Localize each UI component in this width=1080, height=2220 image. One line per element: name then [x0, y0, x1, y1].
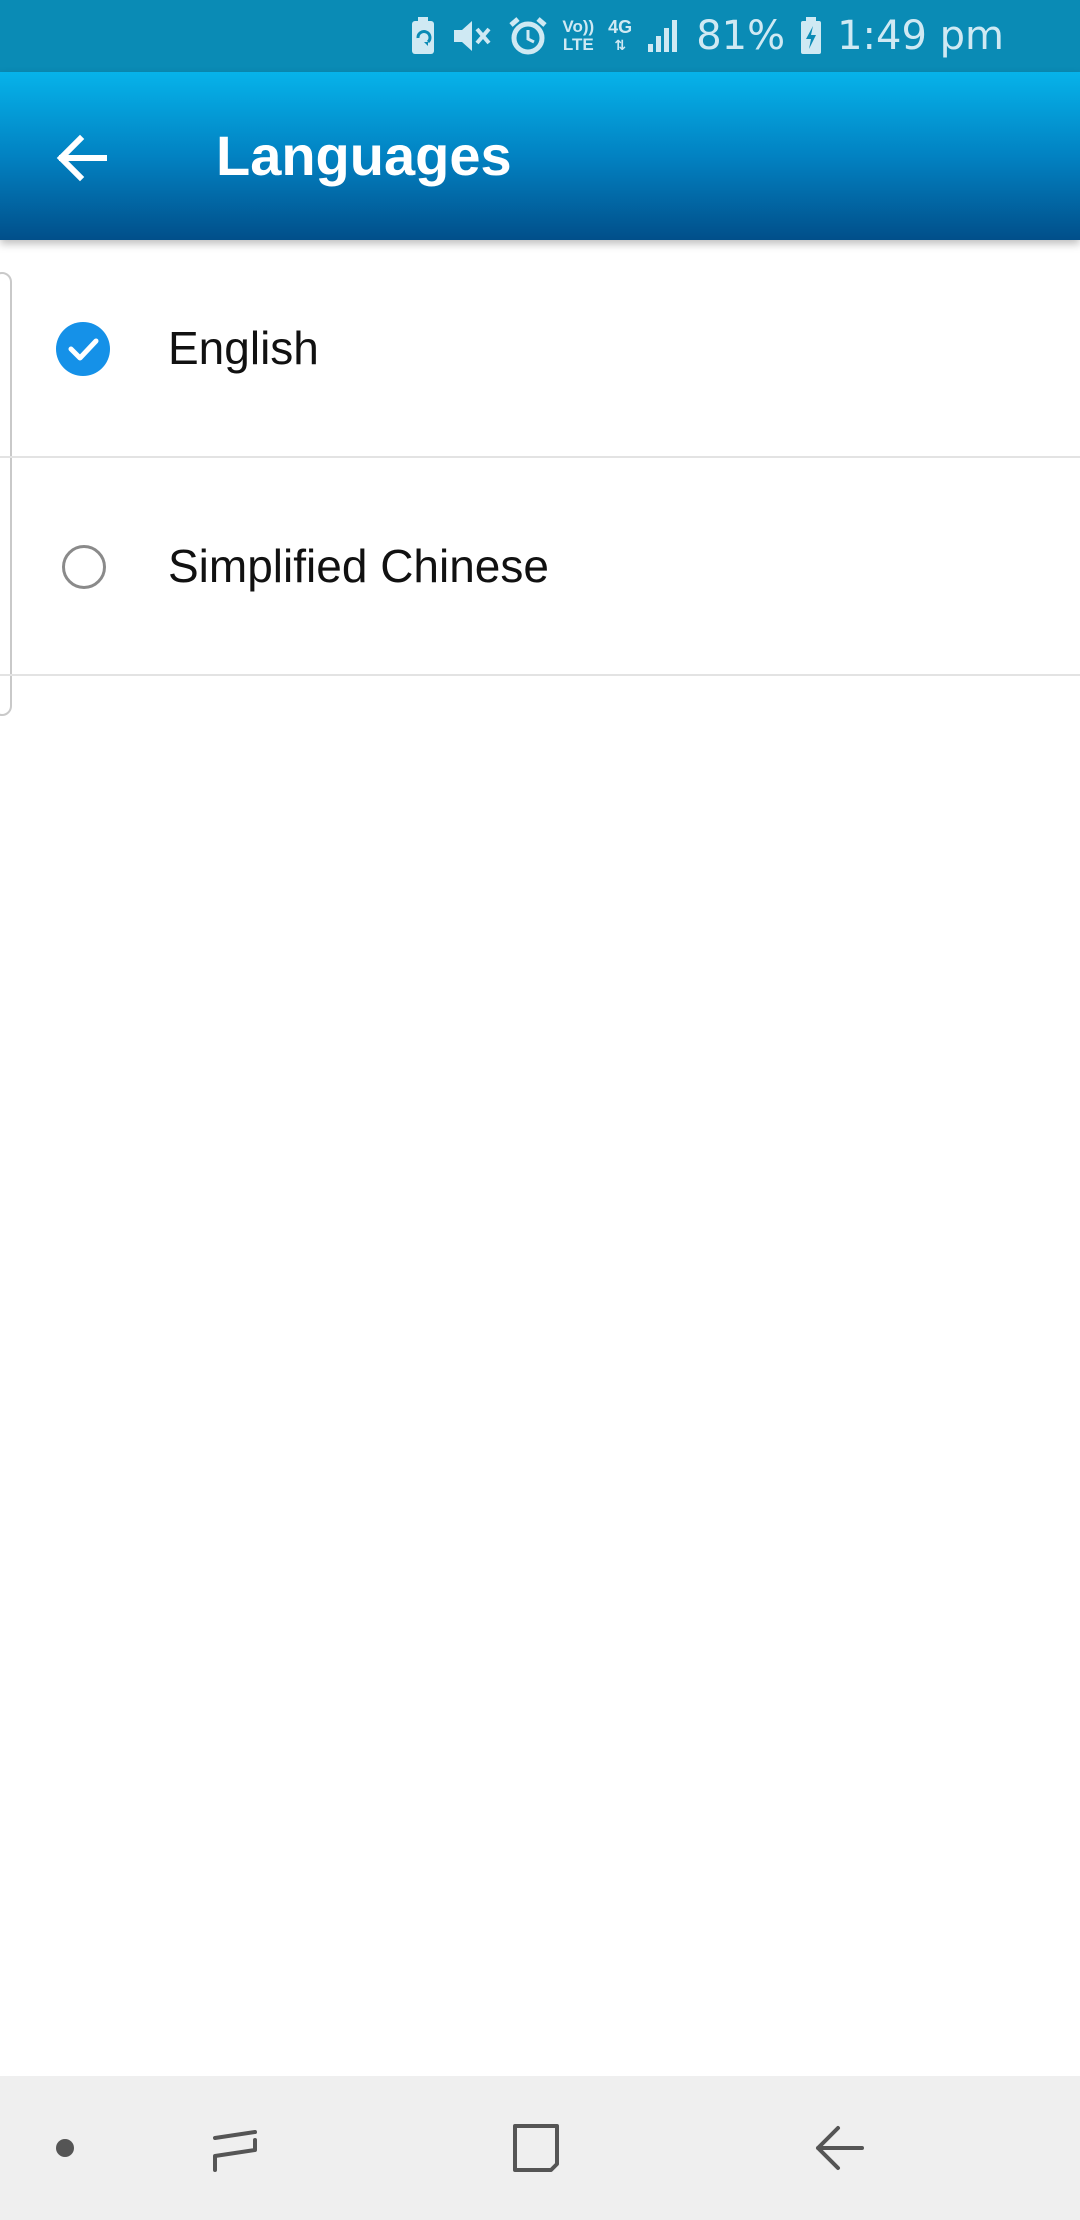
language-option-english[interactable]: English: [0, 240, 1080, 458]
alarm-icon: [508, 14, 548, 58]
arrow-left-icon: [56, 134, 107, 182]
volte-top-label: Vo)): [562, 17, 595, 36]
battery-percent: 81%: [696, 13, 786, 59]
battery-saver-icon: [410, 14, 436, 58]
volte-bottom-label: LTE: [562, 35, 594, 54]
language-option-simplified-chinese[interactable]: Simplified Chinese: [0, 458, 1080, 676]
status-icons: Vo)) LTE 4G ⇅ 81% 1:49 pm: [410, 0, 1004, 72]
navigation-bar: [0, 2076, 1080, 2220]
signal-icon: [646, 14, 682, 58]
screen: Vo)) LTE 4G ⇅ 81% 1:49 pm Languages Engl…: [0, 0, 1080, 2220]
network-type-label: 4G: [608, 17, 633, 37]
language-label: Simplified Chinese: [168, 540, 549, 592]
status-time: 1:49 pm: [837, 13, 1004, 59]
battery-charging-icon: [799, 14, 823, 58]
home-icon: [513, 2124, 559, 2172]
radio-checked-icon[interactable]: [56, 322, 110, 376]
recent-apps-button[interactable]: [180, 2076, 290, 2220]
back-button[interactable]: [44, 120, 120, 196]
app-bar: Languages: [0, 72, 1080, 240]
recent-apps-icon: [213, 2130, 257, 2172]
home-button[interactable]: [480, 2076, 590, 2220]
page-title: Languages: [216, 124, 512, 187]
language-label: English: [168, 322, 319, 374]
volte-icon: Vo)) LTE: [562, 14, 594, 58]
data-arrows-icon: ⇅: [614, 37, 627, 53]
nav-back-button[interactable]: [785, 2076, 895, 2220]
language-list: English Simplified Chinese: [0, 240, 1080, 676]
nav-dot-button[interactable]: [30, 2076, 100, 2220]
radio-unchecked-icon[interactable]: [62, 545, 106, 589]
network-4g-icon: 4G ⇅: [608, 14, 632, 58]
status-bar: Vo)) LTE 4G ⇅ 81% 1:49 pm: [0, 0, 1080, 72]
mute-icon: [450, 14, 494, 58]
dot-icon: [56, 2139, 74, 2157]
back-icon: [816, 2126, 864, 2170]
